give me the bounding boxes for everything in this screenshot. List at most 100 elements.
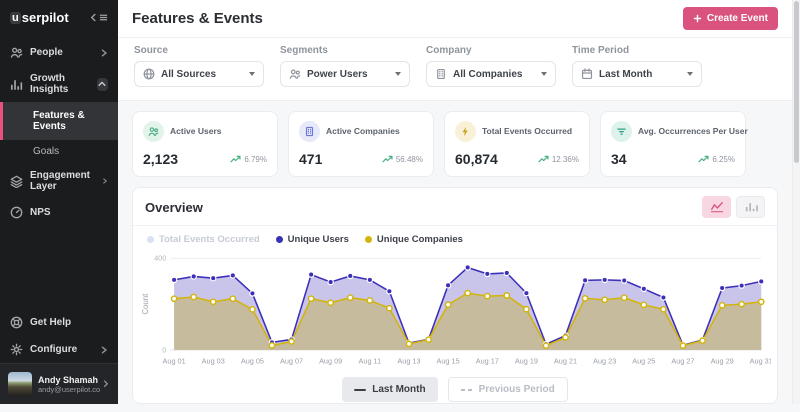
svg-text:Aug 15: Aug 15 <box>437 357 460 366</box>
sidebar-item-get-help[interactable]: Get Help <box>0 309 118 336</box>
stat-change-value: 12.36% <box>552 155 579 164</box>
building-icon <box>435 68 447 80</box>
stat-change-value: 6.79% <box>244 155 267 164</box>
company-select[interactable]: All Companies <box>426 61 556 87</box>
select-value: All Companies <box>453 69 522 80</box>
svg-text:Aug 07: Aug 07 <box>280 357 303 366</box>
user-menu[interactable]: Andy Shamah andy@userpilot.co <box>0 363 118 404</box>
sidebar-item-features-events[interactable]: Features & Events <box>0 102 118 140</box>
sidebar-item-engagement-layer[interactable]: Engagement Layer <box>0 163 118 199</box>
sidebar-item-label: Configure <box>30 344 77 355</box>
sidebar-item-configure[interactable]: Configure <box>0 336 118 363</box>
trend-up-icon <box>698 155 709 163</box>
svg-text:Aug 29: Aug 29 <box>711 357 734 366</box>
filter-label: Source <box>134 45 264 56</box>
segments-select[interactable]: Power Users <box>280 61 410 87</box>
chart-svg: 0400CountAug 01Aug 03Aug 05Aug 07Aug 09A… <box>139 247 771 373</box>
legend-dot <box>365 236 372 243</box>
stat-value: 2,123 <box>143 151 178 167</box>
chevron-down-icon <box>687 72 693 76</box>
stat-label: Total Events Occurred <box>482 127 572 136</box>
legend-item-total-events-occurred[interactable]: Total Events Occurred <box>147 234 260 245</box>
filter-label: Company <box>426 45 556 56</box>
source-select[interactable]: All Sources <box>134 61 264 87</box>
legend-item-unique-companies[interactable]: Unique Companies <box>365 234 463 245</box>
stat-label: Active Users <box>170 127 222 136</box>
period-toggle-label: Last Month <box>372 384 425 395</box>
stat-change: 12.36% <box>538 155 579 164</box>
svg-text:Aug 17: Aug 17 <box>476 357 499 366</box>
help-icon <box>10 316 23 329</box>
period-toggle-previous-period[interactable]: Previous Period <box>448 377 568 402</box>
stat-change: 6.79% <box>230 155 267 164</box>
svg-text:Aug 13: Aug 13 <box>397 357 420 366</box>
legend-item-unique-users[interactable]: Unique Users <box>276 234 349 245</box>
line-chart-toggle[interactable] <box>702 196 731 218</box>
sidebar-item-people[interactable]: People <box>0 39 118 66</box>
calendar-icon <box>581 68 593 80</box>
period-toggle-last-month[interactable]: Last Month <box>342 377 437 402</box>
filter-bar: Source All Sources Segments Power Users Comp… <box>118 38 792 101</box>
chevron-right-icon <box>102 177 108 185</box>
trend-up-icon <box>230 155 241 163</box>
sidebar-menu: People Growth Insights Features & Events Go… <box>0 39 118 226</box>
page-scrollbar[interactable] <box>792 0 800 404</box>
sidebar-footer: Get Help Configure <box>0 309 118 363</box>
select-value: All Sources <box>161 69 216 80</box>
legend-dot <box>276 236 283 243</box>
content: Active Users 2,123 6.79% Active Companies47… <box>118 101 792 404</box>
svg-text:Aug 03: Aug 03 <box>202 357 225 366</box>
sidebar-item-label: Features & Events <box>33 110 85 132</box>
time-period-select[interactable]: Last Month <box>572 61 702 87</box>
svg-text:Aug 09: Aug 09 <box>319 357 342 366</box>
sidebar-item-goals[interactable]: Goals <box>0 140 118 163</box>
stat-card-active-companies: Active Companies47156.48% <box>288 111 434 177</box>
svg-text:0: 0 <box>162 345 166 354</box>
sidebar-item-label: NPS <box>30 207 51 218</box>
svg-text:Aug 19: Aug 19 <box>515 357 538 366</box>
chart-legend: Total Events Occurred Unique Users Unique … <box>133 226 777 245</box>
bolt-icon <box>455 121 476 142</box>
sidebar-item-label: Get Help <box>30 317 71 328</box>
chevron-up-icon[interactable] <box>97 78 108 91</box>
globe-icon <box>143 68 155 80</box>
filter-label: Segments <box>280 45 410 56</box>
svg-text:Aug 27: Aug 27 <box>671 357 694 366</box>
stat-change-value: 6.25% <box>712 155 735 164</box>
svg-text:Aug 11: Aug 11 <box>359 357 382 366</box>
svg-text:Count: Count <box>141 293 150 315</box>
user-name: Andy Shamah <box>38 375 96 385</box>
trend-up-icon <box>382 155 393 163</box>
sidebar-item-label: Growth Insights <box>30 73 90 95</box>
stat-value: 60,874 <box>455 151 498 167</box>
overview-title: Overview <box>145 200 203 215</box>
stat-card-active-users: Active Users 2,123 6.79% <box>132 111 278 177</box>
chevron-right-icon <box>100 346 108 354</box>
people-icon <box>289 68 301 80</box>
select-value: Power Users <box>307 69 368 80</box>
bar-chart-toggle[interactable] <box>736 196 765 218</box>
overview-chart[interactable]: 0400CountAug 01Aug 03Aug 05Aug 07Aug 09A… <box>133 245 777 373</box>
filter-label: Time Period <box>572 45 702 56</box>
layers-icon <box>10 175 23 188</box>
create-event-button[interactable]: Create Event <box>683 7 778 30</box>
svg-text:Aug 21: Aug 21 <box>554 357 577 366</box>
sidebar-item-growth-insights[interactable]: Growth Insights <box>0 66 118 102</box>
scrollbar-thumb[interactable] <box>794 1 799 163</box>
sidebar-item-nps[interactable]: NPS <box>0 199 118 226</box>
page-title: Features & Events <box>132 10 263 27</box>
line-chart-icon <box>710 201 724 213</box>
sidebar-item-label: Engagement Layer <box>30 170 95 192</box>
stat-value: 471 <box>299 151 322 167</box>
legend-label: Total Events Occurred <box>159 234 260 245</box>
building-icon <box>299 121 320 142</box>
overview-card: Overview Total Events Occurred Unique Use… <box>132 187 778 404</box>
stat-card-total-events-occurred: Total Events Occurred 60,874 12.36% <box>444 111 590 177</box>
sidebar-item-label: Goals <box>33 146 59 157</box>
main-area: Features & Events Create Event Source All… <box>118 0 792 404</box>
sidebar-collapse-icon[interactable] <box>90 13 108 22</box>
period-toggle-label: Previous Period <box>479 384 555 395</box>
chevron-right-icon <box>100 49 108 57</box>
logo-u-badge: u <box>10 12 21 24</box>
svg-text:Aug 25: Aug 25 <box>632 357 655 366</box>
